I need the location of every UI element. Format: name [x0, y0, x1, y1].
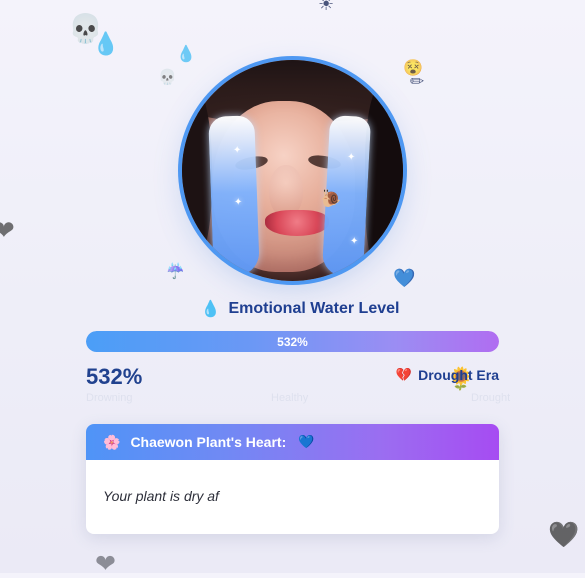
water-level-title-text: Emotional Water Level — [228, 300, 400, 317]
avatar-hair-right — [365, 81, 403, 281]
profile-avatar: ✦ ✦ ✦ ✦ 🐌 — [182, 60, 403, 281]
hint-label-drought: Drought — [471, 392, 511, 404]
hint-label-drowning: Drowning — [86, 392, 133, 404]
broken-heart-icon: 💔 — [395, 367, 413, 382]
pencil-icon: ✏ — [410, 72, 425, 91]
dark-heart-icon: 🖤 — [548, 521, 580, 549]
heart-icon: ❤ — [95, 550, 116, 578]
skull-icon: 💀 — [68, 13, 103, 44]
hint-label-healthy: Healthy — [271, 392, 309, 404]
water-level-progress-label: 532% — [277, 334, 308, 349]
sun-icon: ☀ — [318, 0, 335, 14]
dizzy-face-icon: 😵 — [403, 60, 423, 77]
sparkle-icon: ✦ — [233, 145, 242, 156]
sparkle-icon: ✦ — [347, 152, 356, 163]
water-status: 💔 Drought Era — [396, 367, 499, 383]
plant-heart-title: Chaewon Plant's Heart: — [130, 434, 287, 450]
sparkle-icon: ✦ — [234, 197, 243, 208]
water-level-percentage: 532% — [86, 364, 143, 389]
water-drop-icon: 💧 — [200, 301, 221, 318]
skull-icon: 💀 — [158, 69, 177, 86]
plant-heart-card: 🌸 Chaewon Plant's Heart: 💙 Your plant is… — [86, 424, 499, 534]
snail-icon: 🐌 — [320, 189, 342, 208]
water-drop-icon: 💧 — [92, 31, 120, 56]
plant-heart-card-header: 🌸 Chaewon Plant's Heart: 💙 — [86, 424, 499, 460]
avatar-lips — [265, 210, 329, 236]
blue-heart-icon: 💙 — [298, 434, 315, 449]
water-level-progress-bar: 532% — [86, 331, 499, 352]
tear-stream-left — [208, 115, 260, 277]
flower-icon: 🌸 — [103, 433, 121, 450]
sparkle-icon: ✦ — [350, 236, 359, 247]
heart-icon: ❤ — [0, 215, 15, 245]
water-status-label: Drought Era — [418, 367, 499, 383]
plant-heart-message: Your plant is dry af — [103, 488, 219, 504]
water-level-title: 💧 Emotional Water Level — [195, 299, 405, 319]
